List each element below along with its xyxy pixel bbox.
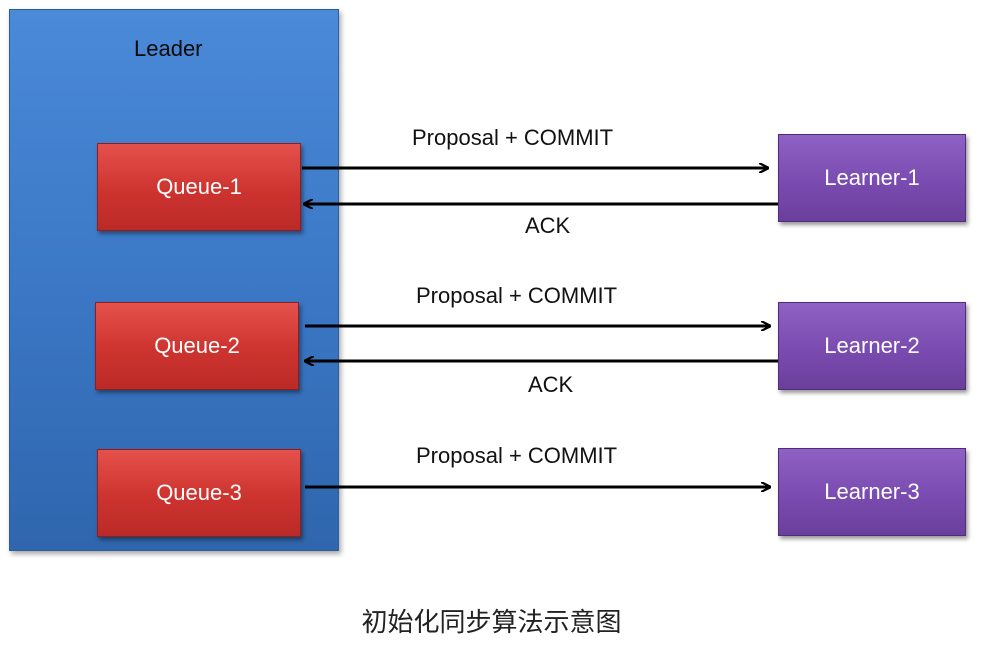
edge-label-q2-l2: Proposal + COMMIT: [416, 283, 618, 308]
edge-label-q3-l3: Proposal + COMMIT: [416, 443, 618, 468]
edge-label-q1-l1: Proposal + COMMIT: [412, 125, 614, 150]
edge-label-l2-q2: ACK: [528, 372, 574, 397]
arrows-layer: [302, 0, 778, 650]
edge-label-l1-q1: ACK: [525, 213, 571, 238]
diagram-caption: 初始化同步算法示意图: [361, 608, 622, 638]
